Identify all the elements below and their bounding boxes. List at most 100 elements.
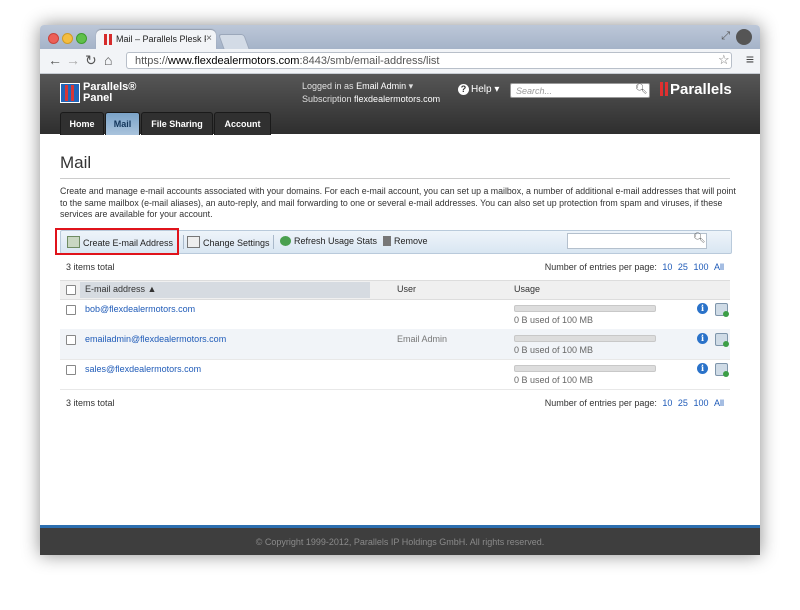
refresh-usage-stats-button[interactable]: Refresh Usage Stats <box>280 236 377 246</box>
url-path: :8443/smb/email-address/list <box>299 55 440 67</box>
per-page-label: Number of entries per page: <box>544 262 657 272</box>
highlight-box <box>55 228 179 255</box>
per-page-10[interactable]: 10 <box>662 262 672 272</box>
profile-avatar-icon[interactable] <box>736 29 752 45</box>
address-bar[interactable]: https://www.flexdealermotors.com:8443/sm… <box>126 52 732 69</box>
zoom-window-button[interactable] <box>76 33 87 44</box>
logged-in-label: Logged in as <box>302 81 354 91</box>
table-row: bob@flexdealermotors.com 0 B used of 100… <box>60 299 730 330</box>
mailbox-settings-icon[interactable] <box>715 333 729 347</box>
items-total-bottom: 3 items total <box>66 398 115 408</box>
settings-icon <box>187 236 200 248</box>
usage-bar <box>514 335 656 342</box>
search-icon[interactable]: 🔍︎ <box>635 84 648 95</box>
new-tab-button[interactable] <box>218 34 250 50</box>
reload-icon[interactable]: ↻ <box>85 52 97 69</box>
remove-button[interactable]: Remove <box>383 236 428 246</box>
info-icon[interactable]: i <box>697 333 708 344</box>
fullscreen-icon[interactable]: ⤢ <box>721 30 730 43</box>
select-all-checkbox[interactable] <box>66 285 76 295</box>
row-checkbox[interactable] <box>66 305 76 315</box>
minimize-window-button[interactable] <box>62 33 73 44</box>
tab-strip: Mail – Parallels Plesk Panel × ⤢ <box>40 25 760 50</box>
toolbar-separator <box>183 235 184 249</box>
email-link[interactable]: bob@flexdealermotors.com <box>85 304 195 314</box>
brand-bars-icon <box>660 82 663 96</box>
tab-close-icon[interactable]: × <box>206 33 212 44</box>
forward-arrow-icon[interactable]: → <box>66 52 80 68</box>
help-menu[interactable]: ? Help ▾ <box>458 84 499 95</box>
parallels-favicon-icon <box>104 34 112 45</box>
help-label: Help <box>471 84 492 96</box>
tab-account[interactable]: Account <box>214 112 271 135</box>
browser-tab[interactable]: Mail – Parallels Plesk Panel × <box>96 30 216 49</box>
refresh-label: Refresh Usage Stats <box>294 236 378 246</box>
info-icon[interactable]: i <box>697 303 708 314</box>
toolbar-separator <box>273 235 274 249</box>
info-icon[interactable]: i <box>697 363 708 374</box>
per-page-25[interactable]: 25 <box>678 398 688 408</box>
parallels-brand: Parallels <box>660 81 732 98</box>
browser-toolbar: ← → ↻ ⌂ https://www.flexdealermotors.com… <box>40 49 760 74</box>
usage-text: 0 B used of 100 MB <box>514 315 594 325</box>
plesk-header: Parallels® Panel Logged in as Email Admi… <box>40 74 760 135</box>
per-page-label: Number of entries per page: <box>544 398 657 408</box>
per-page-100[interactable]: 100 <box>693 262 708 272</box>
mailbox-settings-icon[interactable] <box>715 303 729 317</box>
help-icon: ? <box>458 84 469 95</box>
back-arrow-icon[interactable]: ← <box>48 52 62 68</box>
email-link[interactable]: sales@flexdealermotors.com <box>85 364 201 374</box>
table-search-input[interactable] <box>567 233 707 249</box>
home-icon[interactable]: ⌂ <box>104 52 112 68</box>
tab-title: Mail – Parallels Plesk Panel <box>116 34 206 44</box>
close-window-button[interactable] <box>48 33 59 44</box>
per-page-25[interactable]: 25 <box>678 262 688 272</box>
logo-line2: Panel <box>83 92 113 104</box>
per-page-selector-bottom: Number of entries per page: 10 25 100 Al… <box>545 398 724 408</box>
page-title: Mail <box>60 153 92 172</box>
per-page-all[interactable]: All <box>714 262 724 272</box>
usage-bar <box>514 365 656 372</box>
subscription-value[interactable]: flexdealermotors.com <box>354 94 440 104</box>
table-header: E-mail address ▲ User Usage <box>60 280 730 300</box>
remove-label: Remove <box>394 236 428 246</box>
row-checkbox[interactable] <box>66 365 76 375</box>
subscription-label: Subscription <box>302 94 352 104</box>
page-footer: © Copyright 1999-2012, Parallels IP Hold… <box>40 525 760 555</box>
column-usage[interactable]: Usage <box>514 284 540 294</box>
url-host: www.flexdealermotors.com <box>168 55 300 67</box>
brand-bars-icon <box>665 82 668 96</box>
refresh-icon <box>280 236 291 246</box>
logged-in-user[interactable]: Email Admin <box>356 81 406 91</box>
tab-mail[interactable]: Mail <box>105 112 140 135</box>
parallels-logo-icon <box>60 83 80 103</box>
menu-icon[interactable]: ≡ <box>746 51 754 67</box>
panel-logo-text: Parallels® Panel <box>83 82 136 104</box>
usage-text: 0 B used of 100 MB <box>514 375 594 385</box>
per-page-10[interactable]: 10 <box>662 398 672 408</box>
change-settings-label: Change Settings <box>203 238 270 248</box>
column-user[interactable]: User <box>397 284 416 294</box>
per-page-selector: Number of entries per page: 10 25 100 Al… <box>545 262 724 272</box>
table-row: emailadmin@flexdealermotors.com Email Ad… <box>60 329 730 360</box>
per-page-100[interactable]: 100 <box>693 398 708 408</box>
change-settings-button[interactable]: Change Settings <box>187 236 270 248</box>
search-icon[interactable]: 🔍︎ <box>693 233 706 244</box>
usage-text: 0 B used of 100 MB <box>514 345 594 355</box>
title-divider <box>60 178 730 179</box>
items-total: 3 items total <box>66 262 115 272</box>
page-description: Create and manage e-mail accounts associ… <box>60 186 736 219</box>
usage-bar <box>514 305 656 312</box>
table-row: sales@flexdealermotors.com 0 B used of 1… <box>60 359 730 390</box>
chevron-down-icon[interactable]: ▾ <box>406 81 414 91</box>
per-page-all[interactable]: All <box>714 398 724 408</box>
bookmark-star-icon[interactable]: ☆ <box>718 52 730 68</box>
email-link[interactable]: emailadmin@flexdealermotors.com <box>85 334 226 344</box>
column-email[interactable]: E-mail address ▲ <box>85 284 156 294</box>
row-checkbox[interactable] <box>66 335 76 345</box>
mailbox-settings-icon[interactable] <box>715 363 729 377</box>
tab-home[interactable]: Home <box>60 112 104 135</box>
url-scheme: https:// <box>135 55 169 67</box>
header-search-input[interactable]: Search... <box>510 83 650 98</box>
tab-file-sharing[interactable]: File Sharing <box>141 112 213 135</box>
